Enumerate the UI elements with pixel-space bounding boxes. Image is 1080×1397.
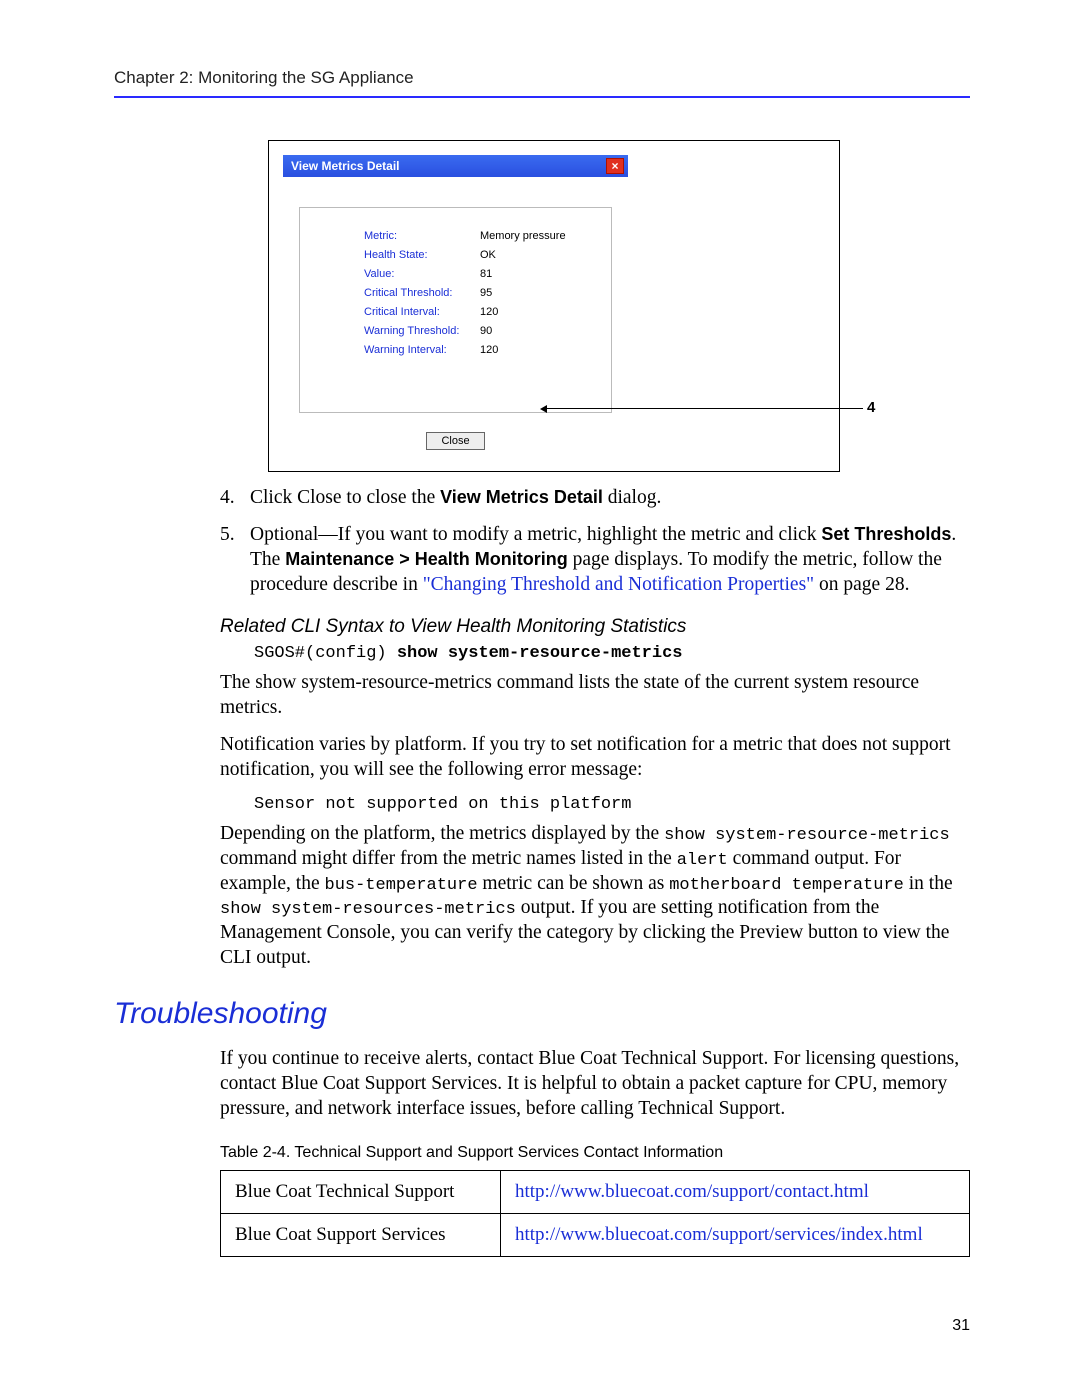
support-link[interactable]: http://www.bluecoat.com/support/services…: [515, 1224, 923, 1245]
metric-row: Health State:OK: [364, 249, 601, 261]
metrics-dialog: View Metrics Detail × Metric:Memory pres…: [283, 155, 628, 450]
callout-arrow: [547, 408, 863, 409]
metric-row: Critical Threshold:95: [364, 287, 601, 299]
subheading: Related CLI Syntax to View Health Monito…: [220, 616, 970, 638]
metric-value: 90: [480, 325, 492, 337]
cli-command: show system-resource-metrics: [397, 644, 683, 663]
metric-value: 120: [480, 306, 498, 318]
metrics-panel: Metric:Memory pressure Health State:OK V…: [299, 207, 612, 413]
metric-row: Value:81: [364, 268, 601, 280]
support-label: Blue Coat Technical Support: [221, 1171, 501, 1214]
metric-label: Warning Threshold:: [364, 325, 480, 337]
metric-value: 81: [480, 268, 492, 280]
cli-prompt: SGOS#(config): [254, 644, 397, 663]
metric-value: 120: [480, 344, 498, 356]
text: Optional—If you want to modify a metric,…: [250, 524, 821, 545]
metric-label: Value:: [364, 268, 480, 280]
metric-label: Health State:: [364, 249, 480, 261]
dialog-titlebar: View Metrics Detail ×: [283, 155, 628, 177]
text: command might differ from the metric nam…: [220, 848, 677, 869]
step-number: 5.: [220, 523, 250, 598]
close-icon[interactable]: ×: [606, 158, 624, 174]
metric-label: Critical Threshold:: [364, 287, 480, 299]
paragraph: Depending on the platform, the metrics d…: [220, 822, 970, 972]
metric-row: Warning Interval:120: [364, 344, 601, 356]
close-button[interactable]: Close: [426, 432, 484, 450]
paragraph: The show system-resource-metrics command…: [220, 671, 970, 721]
support-table: Blue Coat Technical Support http://www.b…: [220, 1170, 970, 1257]
text: metric can be shown as: [478, 873, 670, 894]
code-inline: show system-resources-metrics: [220, 900, 516, 919]
support-label: Blue Coat Support Services: [221, 1214, 501, 1257]
metric-row: Critical Interval:120: [364, 306, 601, 318]
paragraph: Notification varies by platform. If you …: [220, 733, 970, 783]
text: dialog.: [603, 487, 662, 508]
callout-number: 4: [867, 399, 875, 416]
step-4: 4. Click Close to close the View Metrics…: [220, 486, 970, 511]
text: Depending on the platform, the metrics d…: [220, 823, 664, 844]
step-number: 4.: [220, 486, 250, 511]
page-number: 31: [952, 1317, 970, 1335]
code-inline: show system-resource-metrics: [664, 826, 950, 845]
cli-line: SGOS#(config) show system-resource-metri…: [254, 644, 970, 663]
dialog-title: View Metrics Detail: [291, 159, 606, 173]
paragraph: If you continue to receive alerts, conta…: [220, 1047, 970, 1122]
metric-value: 95: [480, 287, 492, 299]
support-link[interactable]: http://www.bluecoat.com/support/contact.…: [515, 1181, 869, 1202]
chapter-header: Chapter 2: Monitoring the SG Appliance: [114, 68, 970, 98]
section-heading-troubleshooting: Troubleshooting: [114, 997, 970, 1031]
text: on page 28.: [814, 574, 909, 595]
metric-value: OK: [480, 249, 496, 261]
metric-label: Warning Interval:: [364, 344, 480, 356]
code-inline: motherboard temperature: [669, 876, 904, 895]
metric-row: Warning Threshold:90: [364, 325, 601, 337]
metric-label: Critical Interval:: [364, 306, 480, 318]
metric-label: Metric:: [364, 230, 480, 242]
table-row: Blue Coat Technical Support http://www.b…: [221, 1171, 970, 1214]
text-bold: Maintenance > Health Monitoring: [285, 549, 568, 569]
table-row: Blue Coat Support Services http://www.bl…: [221, 1214, 970, 1257]
text: Click Close to close the: [250, 487, 440, 508]
metric-row: Metric:Memory pressure: [364, 230, 601, 242]
code-inline: bus-temperature: [325, 876, 478, 895]
cross-reference-link[interactable]: "Changing Threshold and Notification Pro…: [423, 574, 814, 595]
metric-value: Memory pressure: [480, 230, 566, 242]
code-inline: alert: [677, 851, 728, 870]
error-message: Sensor not supported on this platform: [254, 795, 970, 814]
figure-screenshot: View Metrics Detail × Metric:Memory pres…: [268, 140, 840, 472]
text-bold: Set Thresholds: [821, 524, 951, 544]
step-5: 5. Optional—If you want to modify a metr…: [220, 523, 970, 598]
text: in the: [904, 873, 953, 894]
table-caption: Table 2-4. Technical Support and Support…: [220, 1144, 970, 1162]
text-bold: View Metrics Detail: [440, 487, 603, 507]
